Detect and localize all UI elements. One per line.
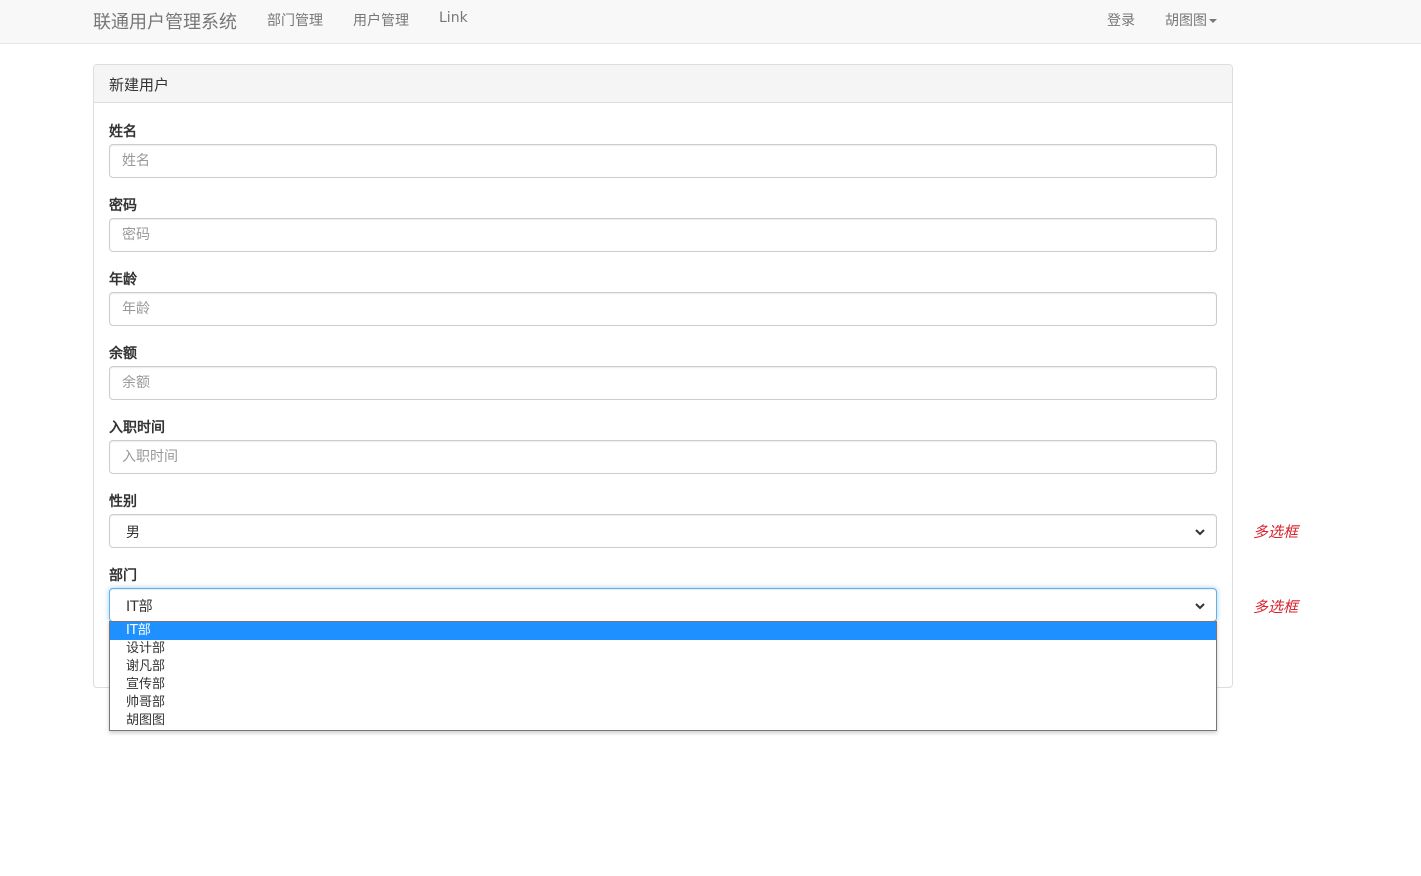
password-input[interactable] [109,218,1217,252]
gender-label: 性别 [109,494,137,510]
password-label: 密码 [109,198,137,214]
caret-down-icon [1209,19,1217,23]
gender-hint: 多选框 [1253,523,1299,541]
nav-login-link[interactable]: 登录 [1107,10,1135,30]
department-select-value: IT部 [126,599,153,615]
department-option[interactable]: 胡图图 [110,712,1216,730]
name-input[interactable] [109,144,1217,178]
department-option[interactable]: 宣传部 [110,676,1216,694]
gender-select-value: 男 [126,525,140,541]
top-navbar: 联通用户管理系统 部门管理 用户管理 Link 登录 胡图图 [0,0,1421,44]
nav-link-link[interactable]: Link [439,10,468,26]
hire-date-label: 入职时间 [109,420,165,436]
navbar-brand[interactable]: 联通用户管理系统 [93,8,237,34]
chevron-down-icon [1195,603,1205,610]
panel-title: 新建用户 [94,65,1232,103]
department-option[interactable]: 设计部 [110,640,1216,658]
gender-select[interactable]: 男 [109,514,1217,548]
age-input[interactable] [109,292,1217,326]
department-option[interactable]: IT部 [110,622,1216,640]
department-option[interactable]: 帅哥部 [110,694,1216,712]
department-dropdown-list: IT部 设计部 谢凡部 宣传部 帅哥部 胡图图 [109,621,1217,731]
department-select[interactable]: IT部 [109,588,1217,622]
balance-label: 余额 [109,346,137,362]
department-option[interactable]: 谢凡部 [110,658,1216,676]
nav-link-departments[interactable]: 部门管理 [267,10,323,30]
name-label: 姓名 [109,124,137,140]
nav-link-users[interactable]: 用户管理 [353,10,409,30]
hire-date-input[interactable] [109,440,1217,474]
department-label: 部门 [109,568,137,584]
balance-input[interactable] [109,366,1217,400]
nav-profile-dropdown[interactable]: 胡图图 [1165,10,1217,30]
department-hint: 多选框 [1253,598,1299,616]
chevron-down-icon [1195,529,1205,536]
profile-name: 胡图图 [1165,13,1207,29]
age-label: 年龄 [109,272,137,288]
